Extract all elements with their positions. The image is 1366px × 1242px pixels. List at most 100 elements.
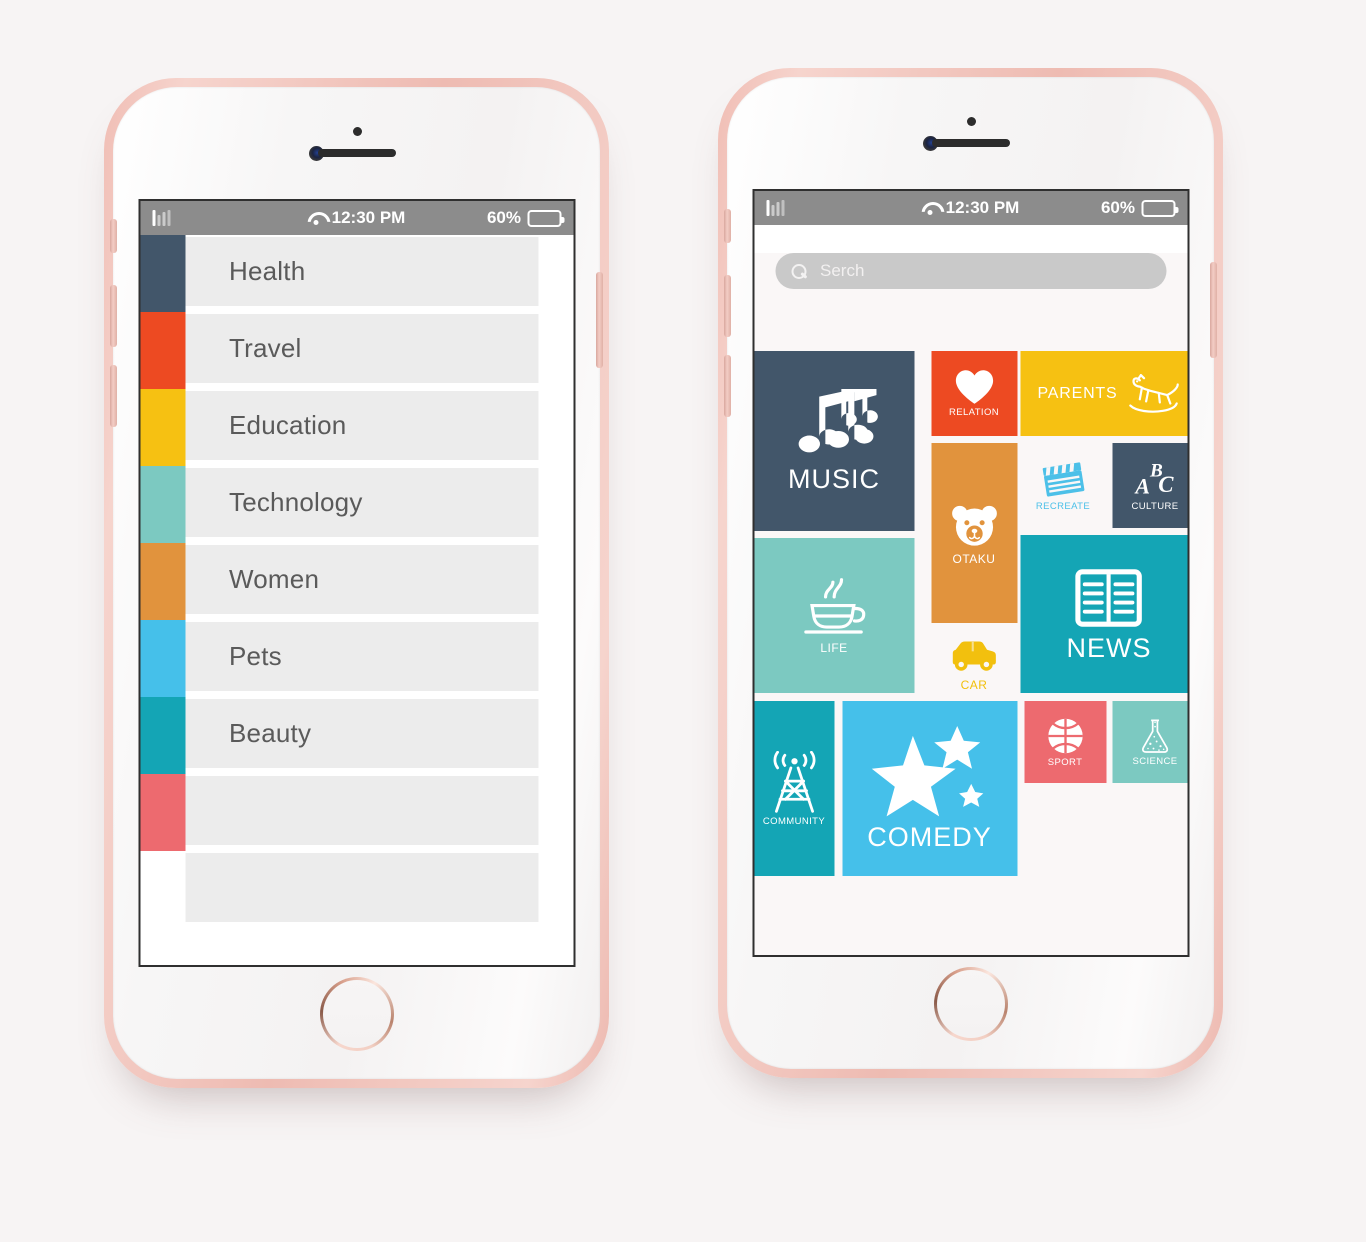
rocking-horse-icon <box>1126 373 1180 414</box>
tile-community[interactable]: COMMUNITY <box>754 701 834 876</box>
screen-right: 12:30 PM 60% Serch MUSIC RELATION PARENT… <box>752 189 1189 957</box>
list-item[interactable]: Women <box>140 543 573 620</box>
earpiece-speaker-right <box>931 139 1010 147</box>
mute-switch-right[interactable] <box>724 209 731 243</box>
tile-parents[interactable]: PARENTS <box>1020 351 1187 436</box>
list-item[interactable]: Technology <box>140 466 573 543</box>
tile-label: COMEDY <box>867 822 992 852</box>
list-item-body: Pets <box>185 622 538 695</box>
list-item[interactable]: Travel <box>140 312 573 389</box>
list-item-label: Pets <box>229 641 282 671</box>
list-item-label: Travel <box>229 333 302 363</box>
svg-text:A: A <box>1134 474 1150 499</box>
tile-label: RECREATE <box>1035 501 1091 513</box>
tile-comedy[interactable]: COMEDY <box>842 701 1017 876</box>
tile-label: SCIENCE <box>1132 755 1178 767</box>
volume-down-button[interactable] <box>110 365 117 427</box>
tile-otaku[interactable]: OTAKU <box>931 443 1017 623</box>
screen-left: 12:30 PM 60% Health Travel Education Techno… <box>138 199 575 967</box>
basketball-icon <box>1046 717 1084 755</box>
list-item-body: Travel <box>185 314 538 387</box>
power-button-right[interactable] <box>1210 262 1217 358</box>
list-item-body: Health <box>185 237 538 310</box>
list-item-body: Women <box>185 545 538 618</box>
home-button-right[interactable] <box>934 967 1008 1041</box>
list-item[interactable]: Health <box>140 235 573 312</box>
list-item[interactable]: Education <box>140 389 573 466</box>
coffee-cup-icon <box>798 577 869 639</box>
tile-news[interactable]: NEWS <box>1020 535 1187 693</box>
category-color-strip <box>140 620 185 697</box>
list-item[interactable] <box>140 774 573 851</box>
power-button[interactable] <box>596 272 603 368</box>
bear-face-icon <box>950 502 998 550</box>
tile-grid: MUSIC RELATION PARENTS OTAKU RECREATE A B… <box>754 351 1187 911</box>
proximity-sensor-right <box>966 117 976 126</box>
list-item-body <box>185 776 538 849</box>
category-color-strip <box>140 312 185 389</box>
signal-bars-icon <box>766 200 784 216</box>
tile-recreate[interactable]: RECREATE <box>1020 443 1106 528</box>
category-color-strip <box>140 235 185 312</box>
flask-icon <box>1138 718 1171 754</box>
search-input[interactable]: Serch <box>775 253 1166 289</box>
abc-icon: A B C <box>1134 459 1176 499</box>
category-color-strip <box>140 697 185 774</box>
list-item-label: Women <box>229 564 320 594</box>
tile-life[interactable]: LIFE <box>754 538 914 693</box>
tile-label: LIFE <box>820 641 848 655</box>
category-color-strip <box>140 851 185 928</box>
tile-music[interactable]: MUSIC <box>754 351 914 531</box>
tile-car[interactable]: CAR <box>931 631 1017 693</box>
phone-device-right: 12:30 PM 60% Serch MUSIC RELATION PARENT… <box>718 68 1223 1078</box>
list-item-label: Education <box>229 410 347 440</box>
proximity-sensor <box>352 127 362 136</box>
volume-up-button[interactable] <box>110 285 117 347</box>
tile-label: SPORT <box>1047 756 1083 768</box>
scene: 12:30 PM 60% Health Travel Education Techno… <box>0 0 1366 1242</box>
volume-up-button-right[interactable] <box>724 275 731 337</box>
tile-relation[interactable]: RELATION <box>931 351 1017 436</box>
tiles-screen: Serch MUSIC RELATION PARENTS OTAKU RECRE… <box>754 253 1187 955</box>
phone-body-right: 12:30 PM 60% Serch MUSIC RELATION PARENT… <box>724 77 1217 1069</box>
battery-percent: 60% <box>1100 198 1135 217</box>
list-item-label: Beauty <box>229 718 312 748</box>
category-color-strip <box>140 774 185 851</box>
tile-sport[interactable]: SPORT <box>1024 701 1106 783</box>
list-item[interactable]: Beauty <box>140 697 573 774</box>
mute-switch[interactable] <box>110 219 117 253</box>
svg-text:C: C <box>1158 472 1174 497</box>
wifi-icon <box>308 212 325 225</box>
battery-percent: 60% <box>486 208 521 227</box>
category-color-strip <box>140 543 185 620</box>
tile-culture[interactable]: A B C CULTURE <box>1112 443 1187 528</box>
battery-icon <box>527 209 564 227</box>
status-time: 12:30 PM <box>331 208 406 227</box>
tile-science[interactable]: SCIENCE <box>1112 701 1187 783</box>
list-item[interactable] <box>140 851 573 928</box>
list-item-label: Health <box>229 256 306 286</box>
phone-body-left: 12:30 PM 60% Health Travel Education Techno… <box>110 87 603 1079</box>
tile-label: RELATION <box>948 407 999 419</box>
wifi-icon <box>922 202 939 215</box>
category-color-strip <box>140 389 185 466</box>
search-placeholder: Serch <box>820 261 865 280</box>
car-icon <box>947 634 1002 676</box>
category-color-strip <box>140 466 185 543</box>
list-item-body <box>185 853 538 926</box>
tile-label: CULTURE <box>1131 501 1179 513</box>
radio-tower-icon <box>766 750 822 814</box>
search-icon <box>791 263 806 279</box>
list-item-body: Technology <box>185 468 538 541</box>
home-button[interactable] <box>320 977 394 1051</box>
tile-label: OTAKU <box>952 551 996 566</box>
signal-bars-icon <box>152 210 170 226</box>
list-item[interactable]: Pets <box>140 620 573 697</box>
tile-label: COMMUNITY <box>762 815 826 827</box>
stars-icon <box>870 726 990 818</box>
tile-label: NEWS <box>1066 632 1152 663</box>
earpiece-speaker <box>317 149 396 157</box>
clapperboard-icon <box>1040 459 1086 499</box>
status-bar-right: 12:30 PM 60% <box>754 191 1187 225</box>
volume-down-button-right[interactable] <box>724 355 731 417</box>
